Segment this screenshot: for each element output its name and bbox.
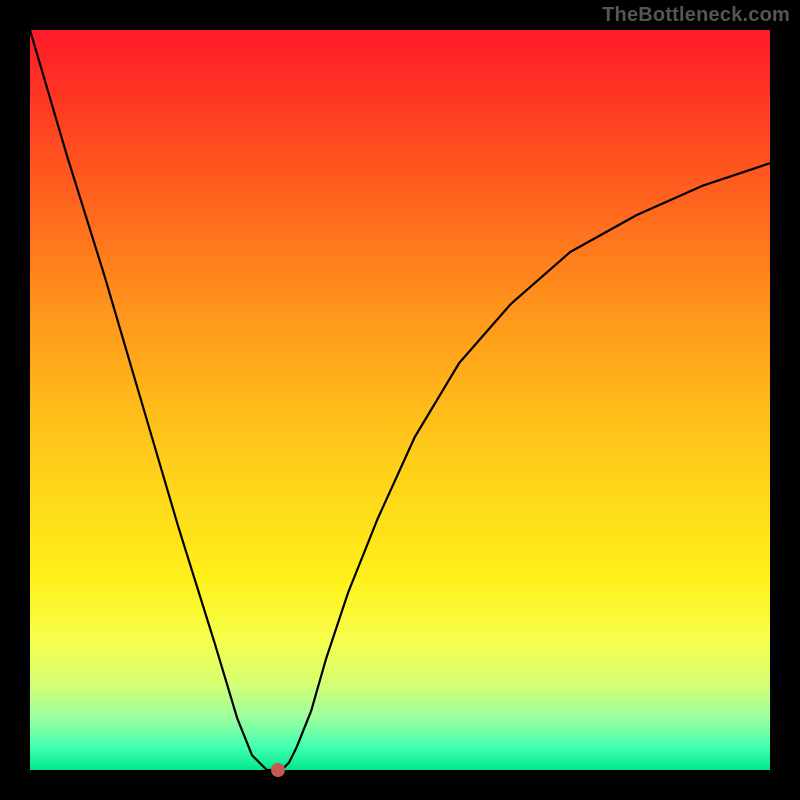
bottleneck-curve bbox=[30, 30, 770, 770]
plot-area bbox=[30, 30, 770, 770]
optimum-marker bbox=[271, 763, 285, 777]
watermark-text: TheBottleneck.com bbox=[602, 4, 790, 27]
chart-frame: TheBottleneck.com bbox=[0, 0, 800, 800]
curve-svg bbox=[30, 30, 770, 770]
